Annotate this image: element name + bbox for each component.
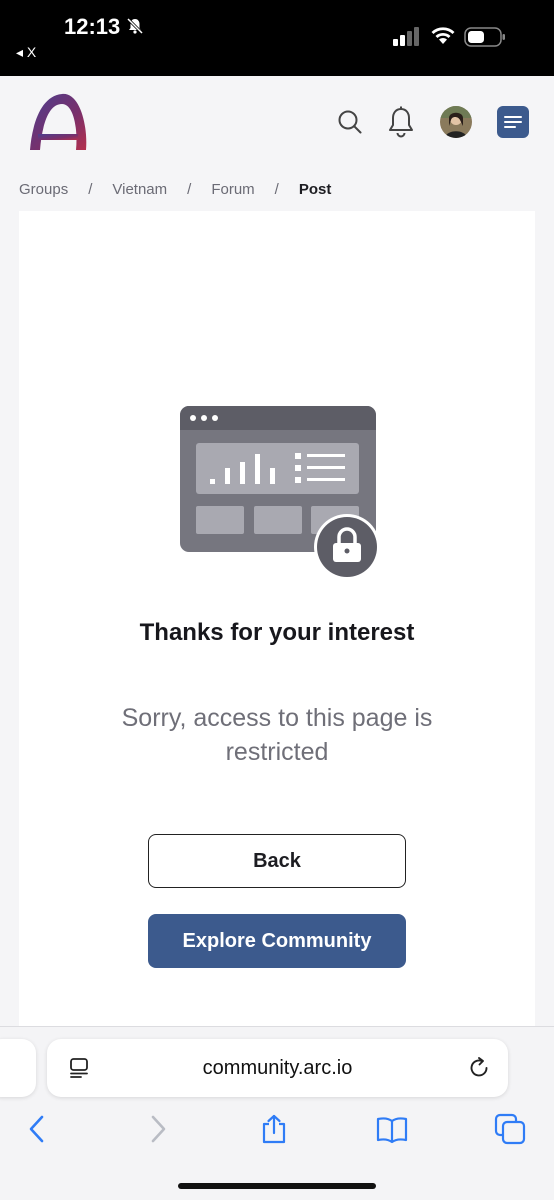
status-time: 12:13	[64, 14, 121, 39]
breadcrumb: Groups / Vietnam / Forum / Post	[19, 178, 331, 200]
explore-community-button[interactable]: Explore Community	[148, 914, 406, 968]
back-button[interactable]: Back	[148, 834, 406, 888]
previous-tab-preview[interactable]	[0, 1039, 36, 1097]
breadcrumb-separator: /	[88, 180, 93, 198]
restricted-access-card: Thanks for your interest Sorry, access t…	[19, 211, 535, 1051]
breadcrumb-separator: /	[187, 180, 192, 198]
locked-dashboard-illustration	[180, 406, 380, 580]
status-bar: 12:13 ◂ X	[0, 0, 554, 76]
url-text[interactable]: community.arc.io	[47, 1039, 508, 1097]
user-avatar[interactable]	[440, 106, 472, 138]
address-bar[interactable]: community.arc.io	[47, 1039, 508, 1097]
search-button[interactable]	[334, 106, 366, 138]
forward-arrow-icon[interactable]	[141, 1113, 173, 1145]
share-icon[interactable]	[258, 1113, 290, 1145]
breadcrumb-groups[interactable]: Groups	[19, 181, 68, 198]
breadcrumb-forum[interactable]: Forum	[211, 181, 254, 198]
avatar-image	[440, 106, 472, 138]
back-arrow-icon[interactable]	[22, 1113, 54, 1145]
back-to-app-link[interactable]: ◂ X	[16, 44, 36, 61]
reload-icon[interactable]	[467, 1056, 491, 1080]
wifi-icon	[431, 27, 455, 44]
bell-icon	[389, 106, 413, 138]
breadcrumb-vietnam[interactable]: Vietnam	[112, 181, 167, 198]
breadcrumb-separator: /	[274, 180, 279, 198]
site-header	[0, 76, 554, 168]
tabs-icon[interactable]	[494, 1113, 526, 1145]
menu-icon	[504, 116, 522, 128]
battery-icon	[464, 27, 505, 47]
notifications-button[interactable]	[385, 104, 417, 140]
breadcrumb-current: Post	[298, 180, 332, 198]
bell-muted-icon	[126, 17, 144, 35]
arc-logo-icon[interactable]	[26, 90, 90, 154]
search-icon	[338, 110, 362, 134]
browser-toolbar: community.arc.io	[0, 1026, 554, 1200]
menu-button[interactable]	[497, 106, 529, 138]
cellular-signal-icon	[393, 27, 419, 46]
bookmarks-icon[interactable]	[376, 1113, 408, 1145]
restricted-title: Thanks for your interest	[139, 619, 415, 646]
restricted-message: Sorry, access to this page is restricted	[121, 704, 433, 766]
home-indicator	[178, 1183, 376, 1189]
